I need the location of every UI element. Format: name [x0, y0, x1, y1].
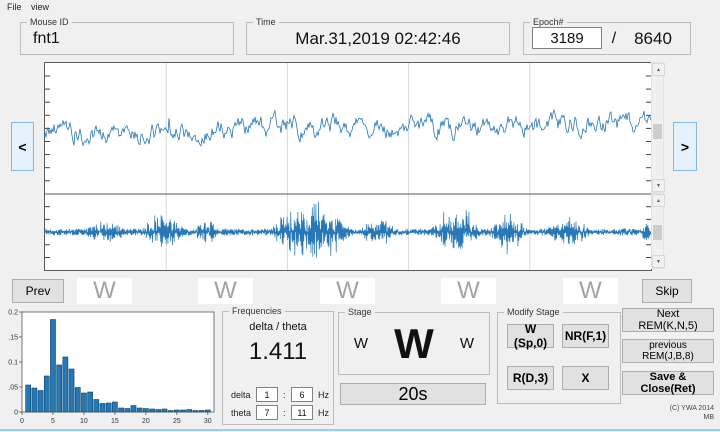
mouse-id-value: fnt1 — [33, 23, 60, 54]
menu-item-file[interactable]: File — [4, 1, 25, 13]
next-page-arrow-button[interactable]: > — [673, 122, 697, 171]
scroll-down-icon[interactable]: ▼ — [652, 179, 665, 192]
menu-bar: File view — [0, 0, 720, 14]
svg-text:15: 15 — [111, 418, 119, 425]
svg-text:0.15: 0.15 — [8, 335, 18, 342]
theta-unit: Hz — [318, 408, 329, 418]
delta-colon: : — [283, 390, 286, 400]
epoch-stage-label-2: W — [198, 278, 253, 304]
scroll-up-icon[interactable]: ▲ — [652, 63, 665, 76]
epoch-stage-label-1: W — [77, 278, 132, 304]
delta-to-input[interactable]: 6 — [291, 387, 313, 402]
svg-text:0: 0 — [14, 410, 18, 417]
delta-unit: Hz — [318, 390, 329, 400]
svg-text:5: 5 — [51, 418, 55, 425]
theta-colon: : — [283, 408, 286, 418]
modify-rem-button[interactable]: R(D,3) — [507, 366, 554, 390]
menu-item-view[interactable]: view — [28, 1, 52, 13]
window-bottom-accent — [0, 429, 720, 431]
ratio-value: 1.411 — [223, 338, 333, 366]
eeg-scrollbar[interactable]: ▲ ▼ — [651, 62, 664, 193]
emg-scrollbar-thumb[interactable] — [653, 225, 662, 240]
mouse-id-groupbox: Mouse ID fnt1 — [20, 22, 234, 55]
stage-prev-value: W — [349, 313, 373, 374]
svg-text:0: 0 — [20, 418, 24, 425]
sleep-scoring-app-window: { "window": { "bg": "#f0f0f0", "bottom_l… — [0, 0, 720, 432]
theta-to-input[interactable]: 11 — [291, 405, 313, 420]
svg-text:0.1: 0.1 — [8, 360, 18, 367]
modify-wake-button[interactable]: W (Sp,0) — [507, 324, 554, 348]
svg-text:0.2: 0.2 — [8, 310, 18, 317]
scroll-down-icon[interactable]: ▼ — [652, 255, 665, 268]
time-groupbox: Time Mar.31,2019 02:42:46 — [246, 22, 510, 55]
prev-button[interactable]: Prev — [12, 279, 64, 303]
previous-rem-button[interactable]: previous REM(J,B,8) — [622, 339, 714, 363]
eeg-emg-traces — [45, 63, 651, 270]
modify-stage-groupbox: Modify Stage W (Sp,0) NR(F,1) R(D,3) X — [497, 312, 621, 404]
modify-nrem-button[interactable]: NR(F,1) — [562, 324, 609, 348]
epoch-duration-button[interactable]: 20s — [340, 383, 486, 405]
theta-row-label: theta — [231, 408, 251, 418]
delta-theta-histogram: 0 5 10 15 20 25 30 0 0.05 0.1 0.15 0.2 — [8, 307, 218, 431]
credit-text: (C) YWA 2014 MB — [620, 404, 714, 422]
frequencies-label: Frequencies — [229, 305, 285, 317]
epoch-total: 8640 — [622, 23, 684, 54]
frequencies-groupbox: Frequencies delta / theta 1.411 delta 1 … — [222, 311, 334, 425]
prev-page-arrow-button[interactable]: < — [11, 122, 34, 171]
svg-text:20: 20 — [142, 418, 150, 425]
epoch-number-input[interactable]: 3189 — [532, 27, 602, 49]
epoch-separator: / — [608, 23, 620, 54]
modify-x-button[interactable]: X — [562, 366, 609, 390]
ratio-label: delta / theta — [223, 321, 333, 333]
skip-button[interactable]: Skip — [642, 279, 692, 303]
stage-current-value: W — [373, 313, 455, 374]
epoch-groupbox: Epoch# 3189 / 8640 — [523, 22, 691, 55]
svg-text:25: 25 — [173, 418, 181, 425]
epoch-stage-label-3: W — [320, 278, 375, 304]
credit-line1: (C) YWA 2014 — [620, 404, 714, 413]
stage-groupbox: Stage W W W — [338, 312, 490, 375]
svg-text:0.05: 0.05 — [8, 385, 18, 392]
svg-text:30: 30 — [204, 418, 212, 425]
modify-stage-label: Modify Stage — [504, 306, 563, 318]
delta-row-label: delta — [231, 390, 251, 400]
theta-from-input[interactable]: 7 — [256, 405, 278, 420]
save-close-button[interactable]: Save & Close(Ret) — [622, 371, 714, 395]
eeg-scrollbar-thumb[interactable] — [653, 124, 662, 139]
epoch-stage-label-5: W — [563, 278, 618, 304]
svg-text:10: 10 — [80, 418, 88, 425]
emg-scrollbar[interactable]: ▲ ▼ — [651, 193, 664, 269]
stage-next-value: W — [455, 313, 479, 374]
scroll-up-icon[interactable]: ▲ — [652, 194, 665, 207]
next-rem-button[interactable]: Next REM(K,N,5) — [622, 308, 714, 332]
signal-plot-frame — [44, 62, 652, 271]
epoch-stage-label-4: W — [441, 278, 496, 304]
time-value: Mar.31,2019 02:42:46 — [247, 23, 509, 54]
credit-line2: MB — [620, 413, 714, 422]
delta-from-input[interactable]: 1 — [256, 387, 278, 402]
